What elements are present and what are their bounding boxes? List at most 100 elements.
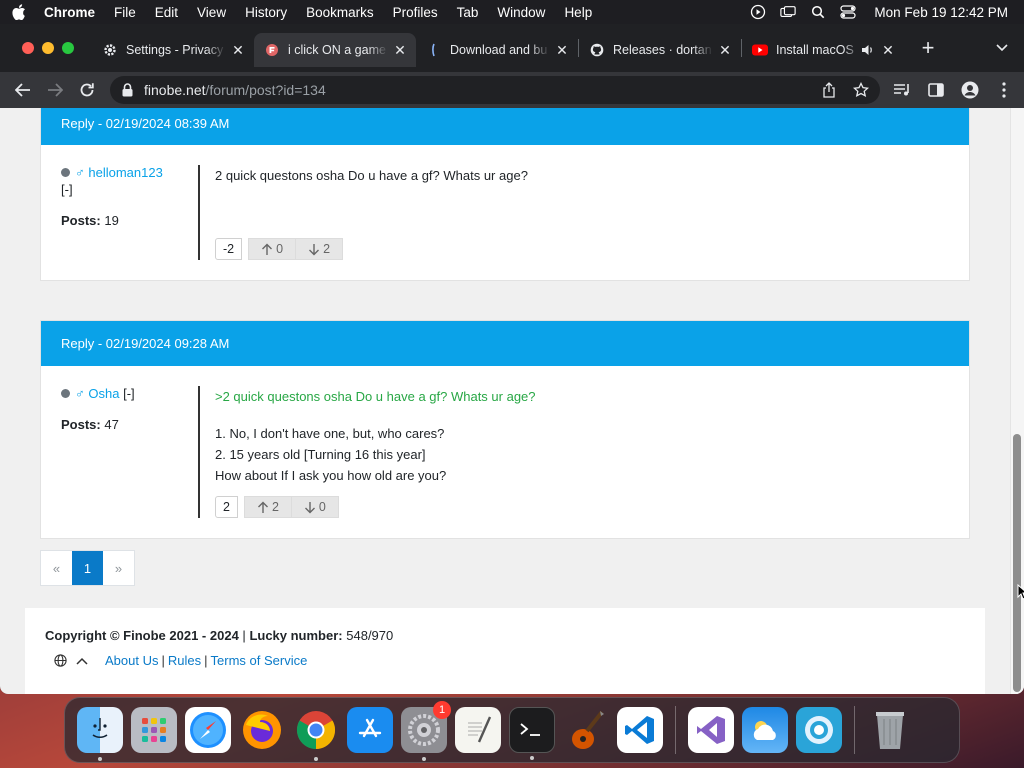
play-status-icon[interactable] [750, 4, 766, 20]
feather-icon [426, 42, 442, 58]
collapse-toggle[interactable]: [-] [61, 182, 198, 197]
menu-file[interactable]: File [114, 5, 136, 20]
screen-mirroring-icon[interactable] [780, 5, 797, 19]
tab-download[interactable]: Download and bu ✕ [416, 33, 578, 67]
footer-link-terms[interactable]: Terms of Service [211, 653, 308, 668]
share-icon[interactable] [820, 81, 838, 99]
reply-body: ♂ helloman123 [-] Posts: 19 2 quick ques… [41, 145, 969, 280]
lucky-number-value: 548/970 [346, 628, 394, 643]
running-indicator [422, 757, 426, 761]
address-bar[interactable]: finobe.net /forum/post?id=134 [110, 76, 880, 104]
youtube-icon [752, 42, 768, 58]
window-controls [22, 42, 74, 54]
pagination-prev[interactable]: « [41, 551, 72, 585]
tab-forum-post[interactable]: i click ON a game ✕ [254, 33, 416, 67]
menu-help[interactable]: Help [564, 5, 592, 20]
reply-text-line: 2. 15 years old [Turning 16 this year] [215, 447, 426, 462]
macos-menu-bar: Chrome File Edit View History Bookmarks … [0, 0, 1024, 24]
upvote-button[interactable]: 0 [248, 238, 297, 260]
terminal-icon[interactable] [509, 707, 555, 760]
close-tab-icon[interactable]: ✕ [717, 42, 733, 58]
footer-link-about[interactable]: About Us [105, 653, 158, 668]
tab-search-chevron-icon[interactable] [994, 40, 1010, 56]
status-area: Mon Feb 19 12:42 PM [750, 5, 1012, 20]
media-controls-icon[interactable] [892, 80, 912, 100]
vote-controls: 2 2 0 [215, 496, 949, 518]
spotlight-search-icon[interactable] [810, 5, 826, 19]
system-settings-icon[interactable]: 1 [401, 701, 451, 761]
textedit-icon[interactable] [455, 707, 501, 753]
menu-app-name[interactable]: Chrome [44, 5, 95, 20]
username-link[interactable]: helloman123 [88, 165, 162, 180]
weather-icon[interactable] [742, 707, 788, 753]
menu-tab[interactable]: Tab [457, 5, 479, 20]
chevron-up-icon[interactable] [75, 654, 89, 668]
author-post-count: Posts: 47 [61, 417, 198, 432]
close-tab-icon[interactable]: ✕ [554, 42, 570, 58]
reply-header-text: Reply - 02/19/2024 08:39 AM [61, 115, 230, 131]
utility-icon[interactable] [796, 707, 842, 753]
posts-label: Posts: [61, 213, 101, 228]
close-tab-icon[interactable]: ✕ [880, 42, 896, 58]
menubar-clock[interactable]: Mon Feb 19 12:42 PM [874, 5, 1008, 20]
forward-button[interactable] [42, 77, 68, 103]
vote-score: 2 [215, 496, 238, 518]
tab-youtube[interactable]: Install macOS ✕ [742, 33, 904, 67]
menu-view[interactable]: View [197, 5, 226, 20]
back-button[interactable] [10, 77, 36, 103]
side-panel-icon[interactable] [926, 80, 946, 100]
app-store-icon[interactable] [347, 707, 393, 753]
menu-bookmarks[interactable]: Bookmarks [306, 5, 374, 20]
tab-releases[interactable]: Releases · dortan ✕ [579, 33, 741, 67]
tab-settings[interactable]: Settings - Privacy ✕ [92, 33, 254, 67]
visual-studio-icon[interactable] [688, 707, 734, 753]
forum-reply: Reply - 02/19/2024 08:39 AM ♂ helloman12… [40, 108, 970, 281]
omnibox-actions [820, 81, 870, 99]
reply-header: Reply - 02/19/2024 09:28 AM [41, 321, 969, 366]
bookmark-star-icon[interactable] [852, 81, 870, 99]
zoom-window-button[interactable] [62, 42, 74, 54]
chrome-menu-icon[interactable] [994, 80, 1014, 100]
upvote-button[interactable]: 2 [243, 496, 292, 518]
profile-avatar-icon[interactable] [960, 80, 980, 100]
vscode-icon[interactable] [617, 707, 663, 753]
menu-profiles[interactable]: Profiles [393, 5, 438, 20]
close-tab-icon[interactable]: ✕ [392, 42, 408, 58]
chrome-icon[interactable] [293, 707, 339, 761]
lucky-number-label: Lucky number: [249, 628, 343, 643]
gear-icon [102, 42, 118, 58]
speaker-icon[interactable] [860, 42, 876, 58]
trash-icon[interactable] [867, 707, 913, 753]
collapse-toggle[interactable]: [-] [123, 386, 135, 401]
globe-icon[interactable] [53, 654, 67, 668]
firefox-icon[interactable] [239, 707, 285, 753]
tab-title: Download and bu [450, 43, 548, 57]
lock-icon[interactable] [120, 83, 134, 97]
notification-badge: 1 [433, 701, 451, 719]
menu-history[interactable]: History [245, 5, 287, 20]
finder-icon[interactable] [77, 707, 123, 761]
safari-icon[interactable] [185, 707, 231, 753]
garageband-icon[interactable] [563, 707, 609, 753]
minimize-window-button[interactable] [42, 42, 54, 54]
macos-dock: 1 [64, 697, 960, 763]
reply-text-line: 2 quick questons osha Do u have a gf? Wh… [215, 168, 528, 183]
page-scrollbar[interactable] [1010, 108, 1024, 694]
apple-menu-icon[interactable] [12, 4, 26, 20]
downvote-button[interactable]: 0 [291, 496, 339, 518]
pagination-next[interactable]: » [103, 551, 134, 585]
close-tab-icon[interactable]: ✕ [230, 42, 246, 58]
reload-button[interactable] [74, 77, 100, 103]
arrow-up-icon [257, 501, 268, 513]
launchpad-icon[interactable] [131, 707, 177, 753]
menu-window[interactable]: Window [497, 5, 545, 20]
downvote-button[interactable]: 2 [296, 238, 344, 260]
new-tab-button[interactable]: + [914, 34, 942, 62]
menu-edit[interactable]: Edit [155, 5, 178, 20]
username-link[interactable]: Osha [88, 386, 119, 401]
scrollbar-thumb[interactable] [1013, 434, 1021, 692]
pagination-page-current[interactable]: 1 [72, 551, 103, 585]
close-window-button[interactable] [22, 42, 34, 54]
control-center-icon[interactable] [840, 5, 857, 19]
footer-link-rules[interactable]: Rules [168, 653, 201, 668]
